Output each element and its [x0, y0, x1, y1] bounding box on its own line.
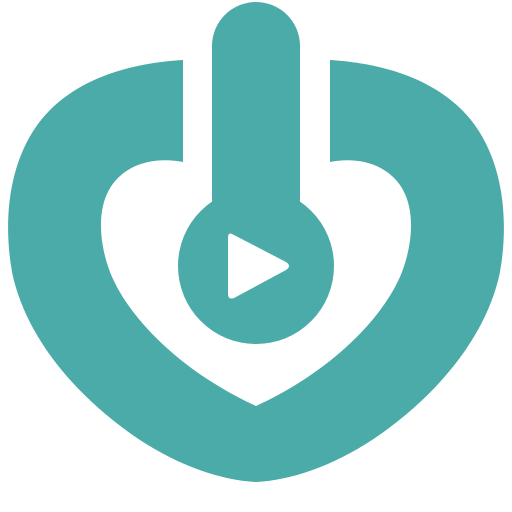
app-icon	[0, 0, 512, 512]
heart-power-play-icon	[0, 0, 512, 512]
